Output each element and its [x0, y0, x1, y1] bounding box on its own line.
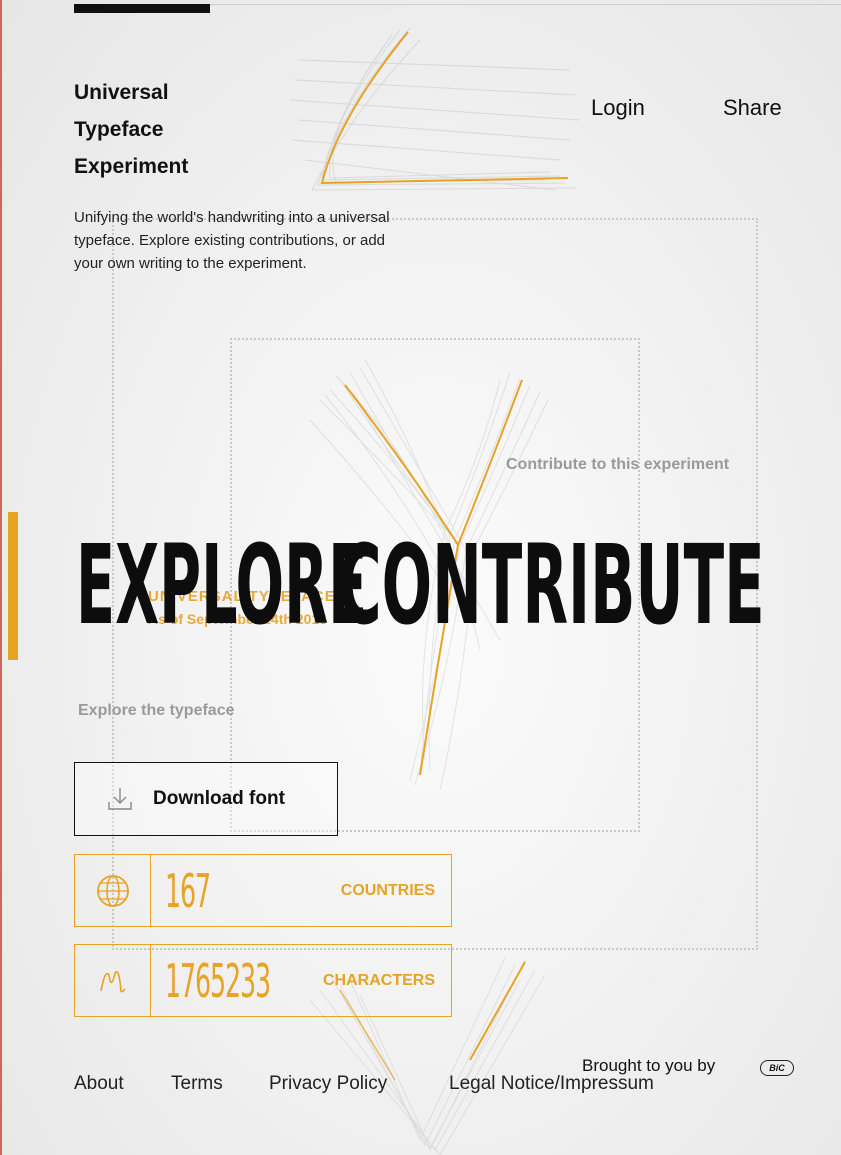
- stat-countries-caption: COUNTRIES: [340, 881, 435, 899]
- footer-privacy-link[interactable]: Privacy Policy: [269, 1073, 387, 1095]
- handwriting-icon: [99, 970, 126, 992]
- glyph-v-right: [469, 961, 526, 1061]
- stat-characters-caption: CHARACTERS: [323, 971, 435, 989]
- brand-line-1: Universal: [74, 81, 169, 104]
- globe-icon: [96, 874, 129, 907]
- download-font-button[interactable]: Download font: [74, 762, 338, 836]
- stat-countries-value: 167: [165, 863, 211, 918]
- footer-legal-link[interactable]: Legal Notice/Impressum: [449, 1073, 654, 1095]
- stat-characters-value: 1765233: [165, 953, 271, 1008]
- login-link[interactable]: Login: [591, 95, 645, 121]
- explore-heading[interactable]: EXPLORE: [76, 515, 367, 655]
- footer-about-link[interactable]: About: [74, 1073, 124, 1095]
- explore-hint: Explore the typeface: [78, 702, 235, 719]
- glyph-l-main: [320, 31, 569, 185]
- page: Universal Typeface Experiment Login Shar…: [0, 0, 841, 1155]
- stat-characters: 1765233 CHARACTERS: [74, 944, 452, 1017]
- brand-line-3: Experiment: [74, 155, 189, 178]
- stat-countries-icon-cell: [75, 855, 151, 926]
- share-link[interactable]: Share: [723, 95, 782, 121]
- download-font-label: Download font: [153, 788, 285, 809]
- stat-countries: 167 COUNTRIES: [74, 854, 452, 927]
- intro-text: Unifying the world's handwriting into a …: [74, 209, 390, 272]
- contribute-heading[interactable]: CONTRIBUTE: [338, 515, 765, 655]
- sponsor-logo[interactable]: BiC: [760, 1060, 794, 1076]
- stat-characters-icon-cell: [75, 945, 151, 1016]
- brought-by-text: Brought to you by: [582, 1056, 716, 1075]
- download-icon: [108, 788, 132, 810]
- footer-terms-link[interactable]: Terms: [171, 1073, 223, 1095]
- brand-title[interactable]: Universal Typeface Experiment: [74, 74, 234, 185]
- contribute-hint: Contribute to this experiment: [506, 456, 730, 473]
- glyph-strokes-l: [289, 27, 581, 191]
- brand-line-2: Typeface: [74, 118, 164, 141]
